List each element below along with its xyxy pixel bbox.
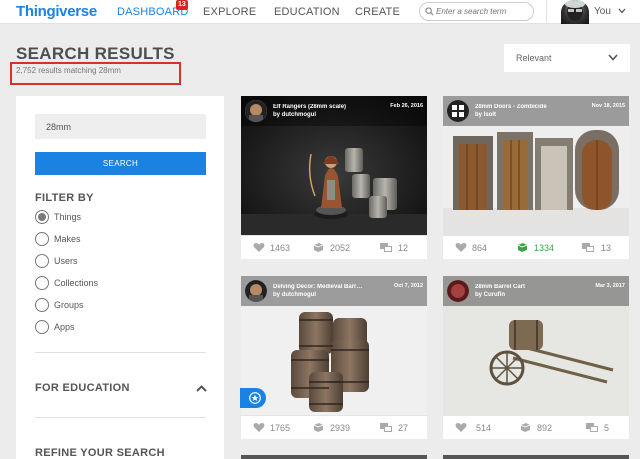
heart-icon[interactable] [253,422,265,433]
creator-avatar[interactable] [245,280,267,302]
comment-icon[interactable] [380,242,392,253]
like-count: 514 [476,423,492,433]
comment-icon[interactable] [586,422,598,433]
filter-sidebar: SEARCH FILTER BY Things Makes Users Coll… [16,96,224,459]
filter-apps-label[interactable]: Apps [54,322,75,332]
thing-author[interactable]: by dutchmogul [273,112,316,118]
filter-makes-label[interactable]: Makes [54,234,81,244]
filter-collections-label[interactable]: Collections [54,278,98,288]
collection-icon[interactable] [312,422,324,433]
collection-icon[interactable] [519,422,531,433]
card-header-band [241,96,427,126]
card-header-band [443,96,629,126]
next-card-edge [443,455,629,459]
card-header-band [241,276,427,306]
comment-count: 13 [601,243,612,253]
comment-count: 12 [398,243,409,253]
thing-image[interactable]: Elf Rangers (28mm scale) by dutchmogul F… [241,96,427,235]
thing-title[interactable]: 28mm Doors - Zombicide [475,104,585,110]
nav-divider [546,0,547,24]
card-stats: 514 892 5 [443,415,629,439]
refine-heading[interactable]: REFINE YOUR SEARCH [35,447,165,459]
filter-collections-radio[interactable] [35,276,49,290]
like-count: 864 [472,243,488,253]
thing-image[interactable]: Delving Decor: Medieval Barr… by dutchmo… [241,276,427,415]
comment-count: 5 [604,423,610,433]
card-stats: 1463 2052 12 [241,235,427,259]
comment-icon[interactable] [380,422,392,433]
thing-author[interactable]: by Curufin [475,292,505,298]
thing-title[interactable]: Delving Decor: Medieval Barr… [273,284,383,290]
collection-count: 892 [537,423,553,433]
dashboard-badge: 13 [176,0,188,10]
thing-image[interactable]: 28mm Doors - Zombicide by Isolt Nov 18, … [443,96,629,235]
heart-icon[interactable] [253,242,265,253]
nav-explore[interactable]: EXPLORE [203,6,256,18]
sidebar-search-input[interactable] [35,114,206,139]
creator-avatar[interactable] [447,280,469,302]
card-stats: 1765 2939 27 [241,415,427,439]
collection-count: 1334 [534,243,555,253]
filter-users-label[interactable]: Users [54,256,78,266]
like-count: 1463 [270,243,291,253]
featured-badge[interactable] [240,388,266,408]
results-count-highlight [10,62,181,85]
chevron-down-icon [608,54,618,61]
thing-author[interactable]: by Isolt [475,112,496,118]
collection-icon[interactable] [516,242,528,253]
sidebar-divider [35,352,206,353]
creator-avatar[interactable] [245,100,267,122]
top-nav: Thingiverse DASHBOARD 13 EXPLORE EDUCATI… [0,0,640,24]
sidebar-divider [35,417,206,418]
nav-create[interactable]: CREATE [355,6,400,18]
filter-makes-radio[interactable] [35,232,49,246]
nav-education[interactable]: EDUCATION [274,6,340,18]
top-search-box [419,2,534,21]
filter-groups-radio[interactable] [35,298,49,312]
next-card-edge [241,455,427,459]
thing-card[interactable]: 28mm Barrel Cart by Curufin Mar 3, 2017 … [443,276,629,439]
thing-card[interactable]: 28mm Doors - Zombicide by Isolt Nov 18, … [443,96,629,259]
featured-star-icon [249,392,261,404]
filter-users-radio[interactable] [35,254,49,268]
top-search-input[interactable] [436,4,531,19]
creator-avatar[interactable] [447,100,469,122]
thing-date: Mar 3, 2017 [595,283,625,289]
card-header-band [443,276,629,306]
thing-title[interactable]: 28mm Barrel Cart [475,284,585,290]
like-count: 1765 [270,423,291,433]
heart-icon[interactable] [455,422,467,433]
collection-count: 2052 [330,243,351,253]
collection-count: 2939 [330,423,351,433]
thing-title[interactable]: Elf Rangers (28mm scale) [273,104,383,110]
thing-author[interactable]: by dutchmogul [273,292,316,298]
user-avatar[interactable] [561,0,589,24]
chevron-up-icon[interactable] [196,385,207,392]
thing-date: Oct 7, 2012 [393,283,423,289]
card-stats: 864 1334 13 [443,235,629,259]
user-menu-label[interactable]: You [594,6,611,17]
page-title: SEARCH RESULTS [16,44,175,63]
filter-groups-label[interactable]: Groups [54,300,84,310]
thing-image[interactable]: 28mm Barrel Cart by Curufin Mar 3, 2017 [443,276,629,415]
filter-things-label[interactable]: Things [54,212,81,222]
collection-icon[interactable] [312,242,324,253]
sort-dropdown[interactable]: Relevant [504,44,630,72]
search-icon[interactable] [425,7,434,16]
filter-things-radio[interactable] [35,210,49,224]
thing-date: Feb 26, 2016 [390,103,423,109]
thingiverse-logo[interactable]: Thingiverse [16,3,97,20]
filter-apps-radio[interactable] [35,320,49,334]
thing-date: Nov 18, 2015 [591,103,625,109]
education-heading[interactable]: FOR EDUCATION [35,382,130,394]
sort-selected-value: Relevant [516,53,552,63]
heart-icon[interactable] [455,242,467,253]
search-button[interactable]: SEARCH [35,152,206,175]
chevron-down-icon[interactable] [618,8,626,14]
comment-icon[interactable] [582,242,594,253]
thing-card[interactable]: Elf Rangers (28mm scale) by dutchmogul F… [241,96,427,259]
filter-heading: FILTER BY [35,192,94,204]
comment-count: 27 [398,423,409,433]
thing-card[interactable]: Delving Decor: Medieval Barr… by dutchmo… [241,276,427,439]
